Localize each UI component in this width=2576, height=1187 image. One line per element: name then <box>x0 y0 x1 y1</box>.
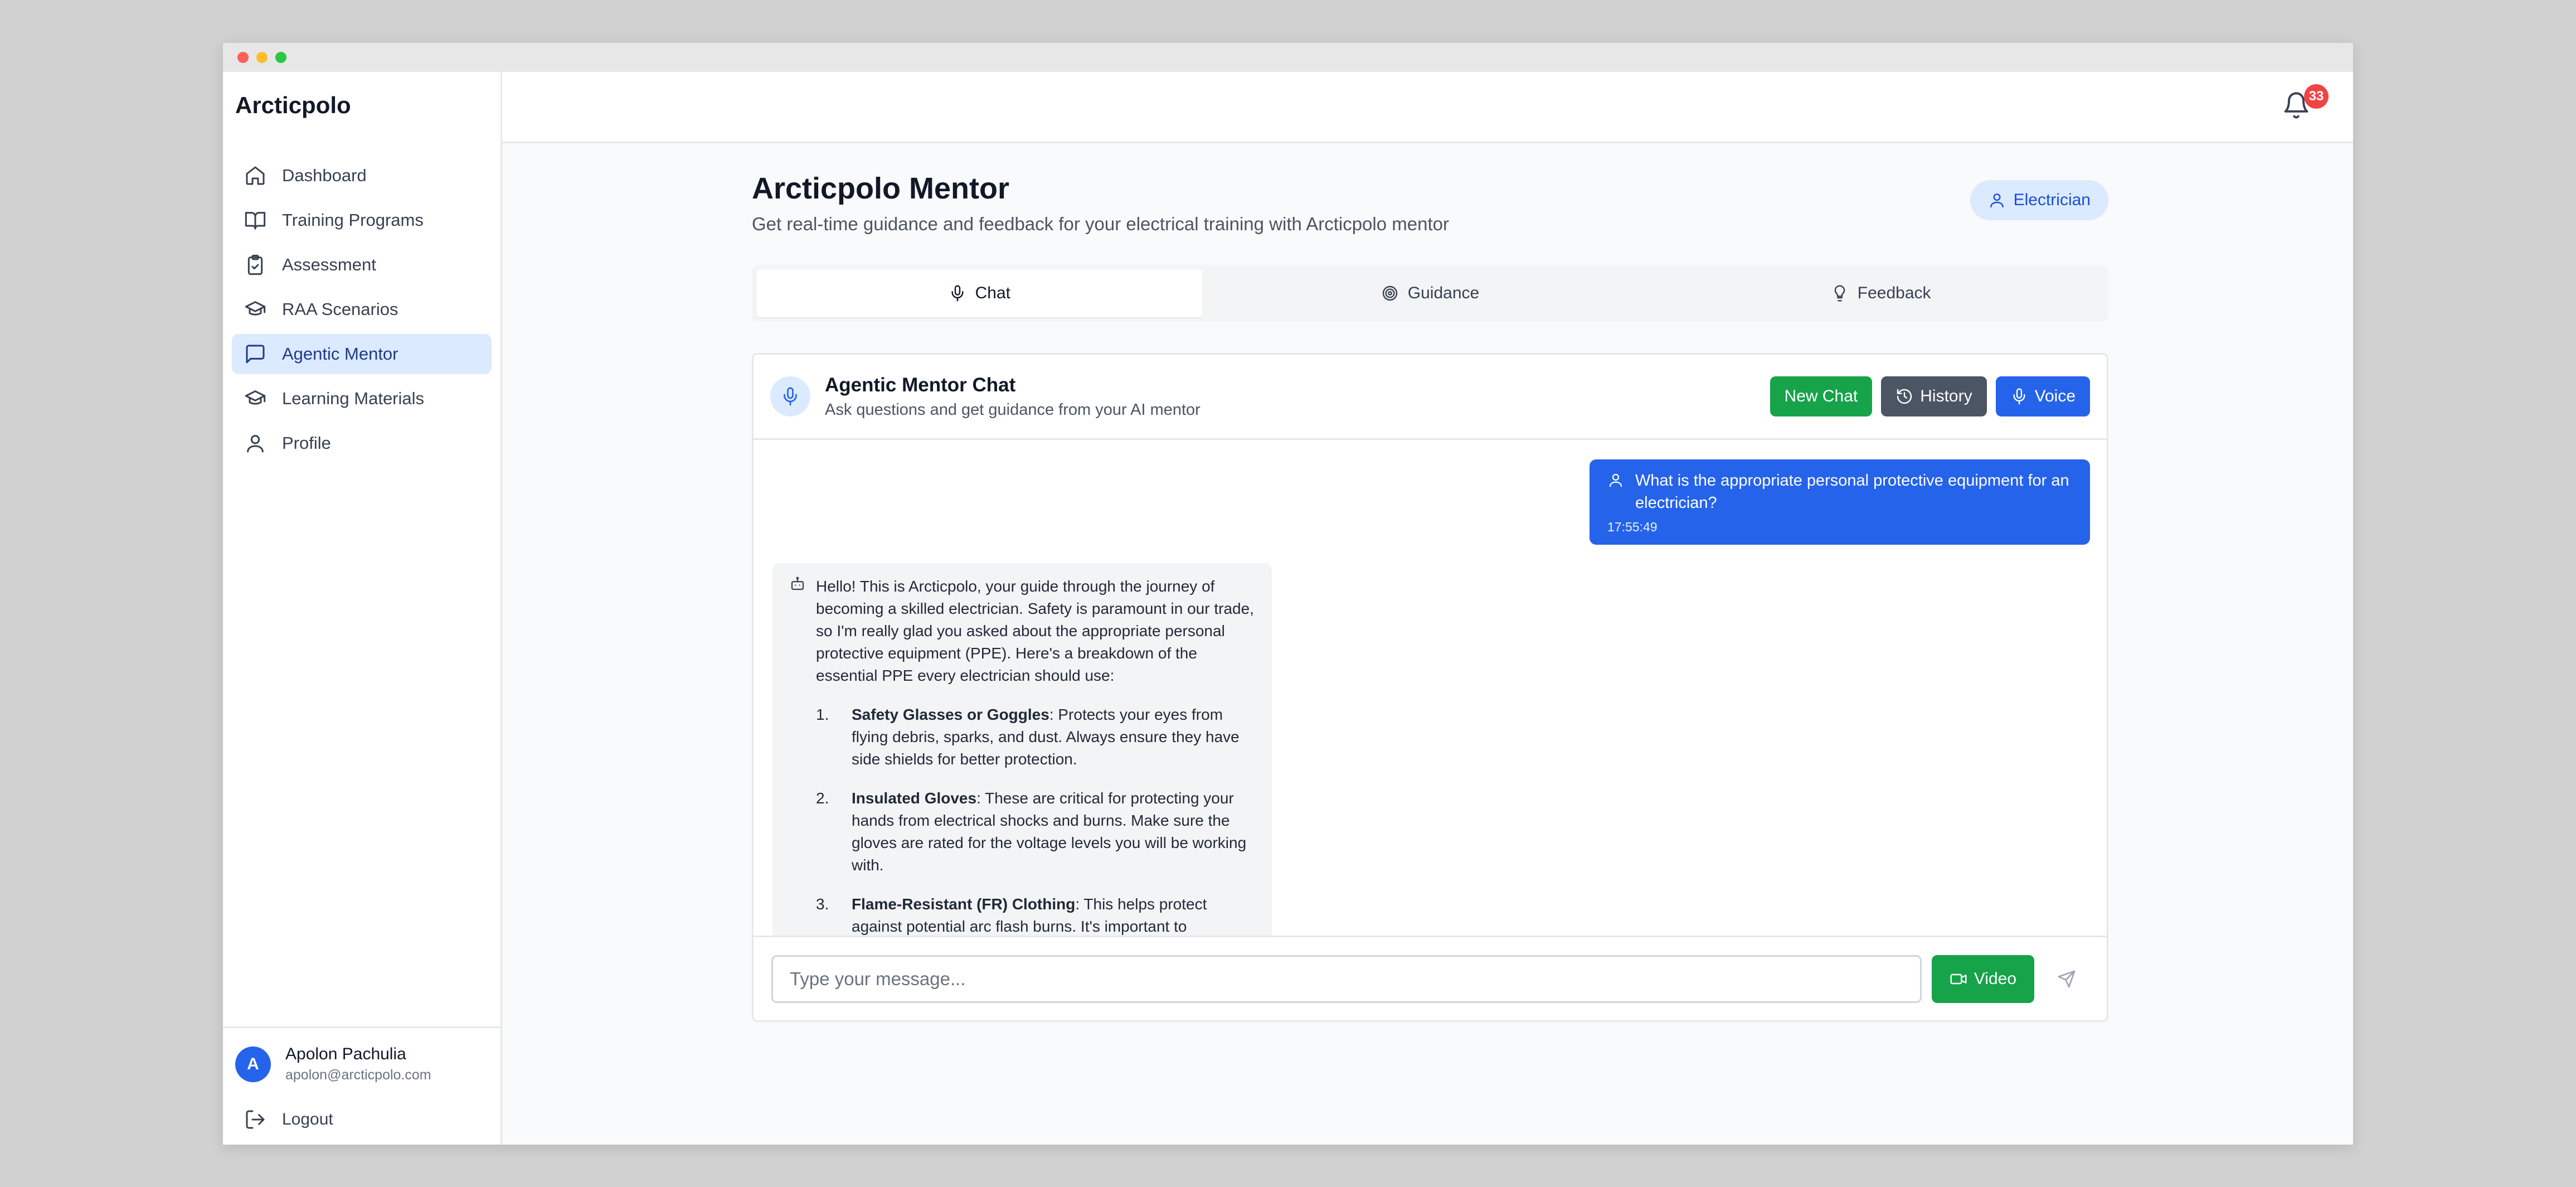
main-area: 33 Arcticpolo Mentor Get real-time guida… <box>502 72 2353 1145</box>
user-block: A Apolon Pachulia apolon@arcticpolo.com … <box>223 1026 500 1145</box>
notification-count-badge: 33 <box>2304 84 2329 109</box>
list-number: 1. <box>816 706 829 723</box>
chat-title: Agentic Mentor Chat <box>825 374 1016 396</box>
sidebar-item-label: RAA Scenarios <box>282 299 398 319</box>
minimize-window-button[interactable] <box>256 52 268 63</box>
user-message-text: What is the appropriate personal protect… <box>1635 472 2069 512</box>
logout-icon <box>246 1110 265 1129</box>
role-badge: Electrician <box>1970 180 2108 220</box>
tab-label: Feedback <box>1857 284 1931 302</box>
graduation-cap-icon <box>245 390 266 405</box>
chat-card: Agentic Mentor Chat Ask questions and ge… <box>752 353 2108 1022</box>
bot-icon <box>791 576 804 590</box>
tab-label: Chat <box>975 284 1011 302</box>
user-icon <box>1609 473 1622 487</box>
sidebar-nav: Dashboard Training Programs Assessment R… <box>223 156 500 463</box>
avatar: A <box>235 1046 271 1082</box>
tab-label: Guidance <box>1407 284 1480 302</box>
target-icon <box>1382 285 1397 301</box>
tab-guidance[interactable]: Guidance <box>1207 269 1654 317</box>
history-button[interactable]: History <box>1881 376 1987 416</box>
maximize-window-button[interactable] <box>275 52 286 63</box>
message-square-icon <box>246 345 265 364</box>
list-item: 1. Safety Glasses or Goggles: Protects y… <box>816 704 1255 771</box>
user-message: What is the appropriate personal protect… <box>1590 459 2090 545</box>
chat-header: Agentic Mentor Chat Ask questions and ge… <box>754 355 2107 440</box>
bot-message-intro: Hello! This is Arcticpolo, your guide th… <box>816 578 1254 684</box>
app-window: Arcticpolo Dashboard Training Programs A… <box>223 43 2353 1145</box>
sidebar-item-label: Dashboard <box>282 166 367 185</box>
top-bar: 33 <box>502 72 2353 143</box>
book-icon <box>245 212 266 230</box>
ppe-list: 1. Safety Glasses or Goggles: Protects y… <box>816 704 1255 938</box>
clipboard-icon <box>247 254 263 275</box>
logout-button[interactable]: Logout <box>235 1106 488 1133</box>
video-icon <box>1950 973 1967 984</box>
mic-icon <box>2013 388 2025 405</box>
lightbulb-icon <box>1834 285 1845 302</box>
list-number: 3. <box>816 895 829 913</box>
page-subtitle: Get real-time guidance and feedback for … <box>752 214 1449 234</box>
voice-label: Voice <box>2034 387 2076 405</box>
send-icon <box>2058 970 2076 987</box>
voice-button[interactable]: Voice <box>1995 376 2090 416</box>
role-badge-label: Electrician <box>2013 191 2091 209</box>
sidebar-item-dashboard[interactable]: Dashboard <box>232 156 492 196</box>
sidebar-item-label: Profile <box>282 433 331 453</box>
sidebar-item-training-programs[interactable]: Training Programs <box>232 200 492 240</box>
list-item-title: Flame-Resistant (FR) Clothing <box>852 895 1076 913</box>
message-input-bar: Video <box>754 936 2107 1020</box>
mic-icon <box>951 285 964 302</box>
logout-label: Logout <box>282 1110 333 1128</box>
tab-chat[interactable]: Chat <box>756 269 1203 317</box>
tab-feedback[interactable]: Feedback <box>1658 269 2104 317</box>
sidebar-item-label: Training Programs <box>282 210 424 230</box>
close-window-button[interactable] <box>237 52 249 63</box>
sidebar-item-profile[interactable]: Profile <box>232 423 492 463</box>
page-title: Arcticpolo Mentor <box>752 172 1010 205</box>
home-icon <box>246 166 265 185</box>
list-item-title: Safety Glasses or Goggles <box>852 706 1049 723</box>
list-item: 2. Insulated Gloves: These are critical … <box>816 787 1255 876</box>
user-info: A Apolon Pachulia apolon@arcticpolo.com <box>235 1045 488 1083</box>
list-number: 2. <box>816 789 829 807</box>
new-chat-label: New Chat <box>1784 387 1858 405</box>
user-email: apolon@arcticpolo.com <box>285 1067 431 1083</box>
history-icon <box>1897 389 1912 404</box>
mic-icon <box>784 387 797 406</box>
chat-subtitle: Ask questions and get guidance from your… <box>825 400 1200 419</box>
sidebar: Arcticpolo Dashboard Training Programs A… <box>223 72 502 1145</box>
notifications-button[interactable]: 33 <box>2282 84 2329 123</box>
history-label: History <box>1920 387 1972 405</box>
chat-actions: New Chat History Voice <box>1770 376 2090 416</box>
list-item-title: Insulated Gloves <box>852 789 977 807</box>
bot-message: Hello! This is Arcticpolo, your guide th… <box>772 563 1272 939</box>
sidebar-item-learning-materials[interactable]: Learning Materials <box>232 379 492 419</box>
user-icon <box>247 435 264 453</box>
user-name: Apolon Pachulia <box>285 1045 406 1063</box>
list-item: 3. Flame-Resistant (FR) Clothing: This h… <box>816 893 1255 938</box>
brand-logo: Arcticpolo <box>235 92 351 118</box>
sidebar-item-agentic-mentor[interactable]: Agentic Mentor <box>232 334 492 374</box>
sidebar-item-assessment[interactable]: Assessment <box>232 245 492 285</box>
graduation-cap-icon <box>245 301 266 316</box>
new-chat-button[interactable]: New Chat <box>1770 376 1873 416</box>
message-list[interactable]: What is the appropriate personal protect… <box>754 442 2107 939</box>
sidebar-item-label: Agentic Mentor <box>282 344 398 364</box>
message-input[interactable] <box>771 955 1922 1003</box>
window-titlebar <box>223 43 2353 72</box>
sidebar-item-raa-scenarios[interactable]: RAA Scenarios <box>232 289 492 330</box>
send-button[interactable] <box>2044 957 2089 1001</box>
mic-badge <box>770 376 810 416</box>
video-label: Video <box>1974 969 2016 988</box>
page-content: Arcticpolo Mentor Get real-time guidance… <box>752 143 2108 1022</box>
video-button[interactable]: Video <box>1931 955 2034 1003</box>
user-icon <box>1990 193 2004 208</box>
sidebar-item-label: Learning Materials <box>282 389 425 408</box>
mentor-tabs: Chat Guidance Feedback <box>752 265 2108 322</box>
sidebar-item-label: Assessment <box>282 255 376 274</box>
message-timestamp: 17:55:49 <box>1607 520 1658 534</box>
